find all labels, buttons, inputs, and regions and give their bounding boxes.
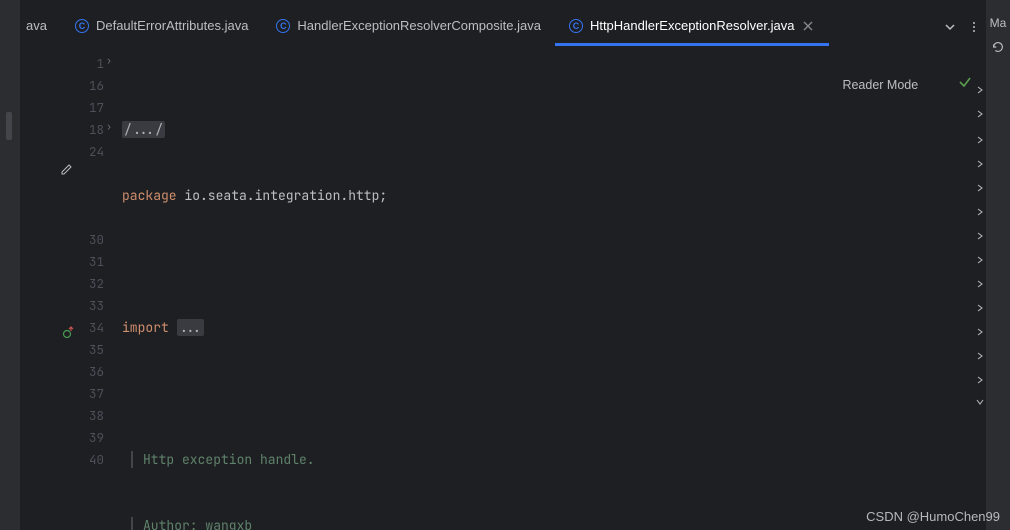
reader-mode-badge: Reader Mode [842, 52, 972, 118]
code-line: package io.seata.integration.http; [118, 185, 986, 207]
code-line [118, 383, 986, 405]
right-tool-strip: Ma [986, 0, 1010, 530]
stripe-marker-icon[interactable] [974, 350, 986, 362]
inspection-ok-icon[interactable] [930, 52, 972, 118]
edit-icon[interactable] [60, 162, 74, 176]
stripe-marker-icon[interactable] [974, 396, 986, 408]
tab-partial[interactable]: ava [20, 8, 61, 46]
java-class-icon [75, 19, 89, 33]
line-number: 38 [80, 405, 104, 427]
line-number: 24 [80, 141, 104, 163]
override-gutter-icon[interactable] [62, 325, 76, 339]
line-number [80, 185, 104, 207]
java-class-icon [569, 19, 583, 33]
stripe-marker-icon[interactable] [974, 206, 986, 218]
error-stripe[interactable] [974, 46, 986, 530]
fold-gutter: › › [104, 46, 118, 530]
code-area[interactable]: Reader Mode /.../ package io.seata.integ… [118, 46, 986, 530]
code-line [118, 251, 986, 273]
stripe-marker-icon[interactable] [974, 134, 986, 146]
code-line: Author: wangxb [118, 515, 986, 530]
line-number: 30 [80, 229, 104, 251]
stripe-marker-icon[interactable] [974, 302, 986, 314]
watermark-text: CSDN @HumoChen99 [866, 509, 1000, 524]
stripe-marker-icon[interactable] [974, 84, 986, 96]
line-number [80, 207, 104, 229]
tool-window-handle[interactable] [6, 112, 12, 140]
line-number: 31 [80, 251, 104, 273]
editor-tabs: ava DefaultErrorAttributes.java HandlerE… [20, 8, 986, 46]
stripe-marker-icon[interactable] [974, 278, 986, 290]
line-number: 39 [80, 427, 104, 449]
right-panel-label[interactable]: Ma [990, 16, 1007, 30]
code-line: import ... [118, 317, 986, 339]
line-number: 37 [80, 383, 104, 405]
code-line: Http exception handle. [118, 449, 986, 471]
line-number: 16 [80, 75, 104, 97]
line-number: 34 [80, 317, 104, 339]
fold-chevron-icon[interactable]: › [106, 54, 112, 67]
java-class-icon [276, 19, 290, 33]
tabs-more-icon[interactable] [962, 8, 986, 46]
tab-default-error-attributes[interactable]: DefaultErrorAttributes.java [61, 8, 262, 46]
line-number: 1 [80, 53, 104, 75]
fold-placeholder[interactable]: /.../ [122, 121, 165, 138]
refresh-icon[interactable] [991, 40, 1005, 58]
fold-chevron-icon[interactable]: › [106, 120, 112, 133]
line-number: 32 [80, 273, 104, 295]
line-number-gutter[interactable]: 1 16 17 18 24 30 31 32 33 34 35 36 37 38… [80, 46, 104, 530]
line-number [80, 163, 104, 185]
tabs-dropdown-icon[interactable] [938, 8, 962, 46]
reader-mode-label[interactable]: Reader Mode [842, 74, 918, 96]
close-tab-icon[interactable] [801, 19, 815, 33]
stripe-marker-icon[interactable] [974, 108, 986, 120]
tab-label: DefaultErrorAttributes.java [96, 18, 248, 33]
fold-placeholder[interactable]: ... [177, 319, 204, 336]
stripe-marker-icon[interactable] [974, 254, 986, 266]
line-number: 33 [80, 295, 104, 317]
stripe-marker-icon[interactable] [974, 326, 986, 338]
code-line: /.../ [118, 119, 986, 141]
line-number: 18 [80, 119, 104, 141]
line-number: 40 [80, 449, 104, 471]
gutter-icons [20, 46, 80, 530]
stripe-marker-icon[interactable] [974, 182, 986, 194]
tab-label: HttpHandlerExceptionResolver.java [590, 18, 795, 33]
tab-http-handler-exception-resolver[interactable]: HttpHandlerExceptionResolver.java [555, 8, 830, 46]
left-tool-strip [0, 0, 20, 530]
tab-handler-exception-resolver-composite[interactable]: HandlerExceptionResolverComposite.java [262, 8, 555, 46]
line-number: 36 [80, 361, 104, 383]
line-number: 17 [80, 97, 104, 119]
stripe-marker-icon[interactable] [974, 230, 986, 242]
stripe-marker-icon[interactable] [974, 158, 986, 170]
stripe-marker-icon[interactable] [974, 374, 986, 386]
tab-label: HandlerExceptionResolverComposite.java [297, 18, 541, 33]
line-number: 35 [80, 339, 104, 361]
tab-label: ava [26, 18, 47, 33]
editor-area: 1 16 17 18 24 30 31 32 33 34 35 36 37 38… [20, 46, 986, 530]
